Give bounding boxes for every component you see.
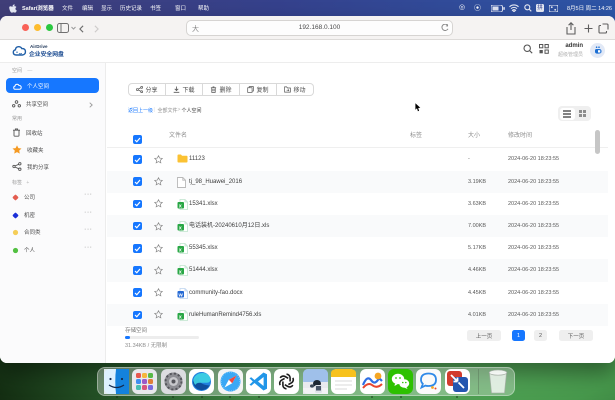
svg-text:大: 大	[192, 24, 199, 32]
svg-text:w: w	[178, 292, 184, 298]
